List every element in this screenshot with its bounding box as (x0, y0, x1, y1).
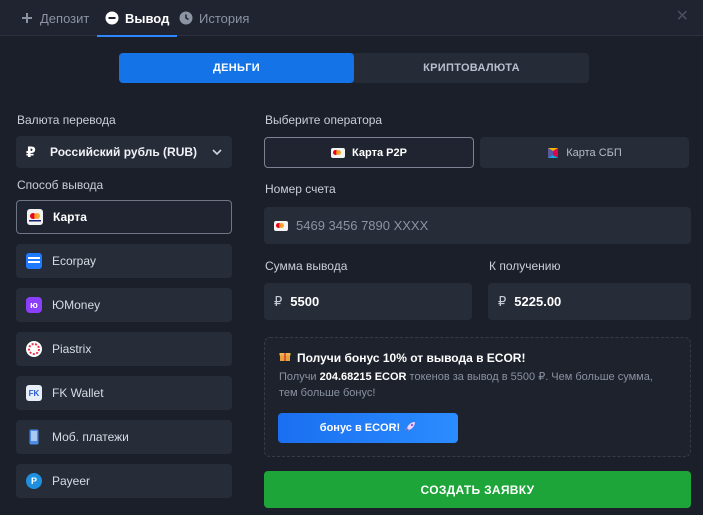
bonus-text-prefix: Получи (279, 371, 317, 383)
visa-card-icon (331, 147, 346, 158)
sbp-icon (547, 147, 559, 159)
tab-withdraw[interactable]: Вывод (96, 0, 178, 37)
operator-card-p2p-label: Карта P2P (352, 146, 407, 159)
chevron-down-icon (212, 147, 222, 158)
minus-circle-icon (105, 11, 119, 25)
tab-deposit[interactable]: Депозит (20, 0, 89, 36)
account-input[interactable]: 5469 3456 7890 XXXX (264, 207, 691, 244)
method-card[interactable]: Карта (16, 200, 232, 234)
clock-icon (179, 11, 193, 25)
method-piastrix-label: Piastrix (52, 342, 92, 356)
rocket-icon (404, 421, 416, 436)
receive-label: К получению (489, 259, 561, 273)
bonus-ecor-button[interactable]: бонус в ECOR! (278, 413, 458, 443)
method-payeer-label: Payeer (52, 474, 91, 488)
bonus-description: Получи 204.68215 ECOR токенов за вывод в… (279, 369, 669, 401)
plus-icon (20, 11, 34, 25)
mode-crypto-button[interactable]: КРИПТОВАЛЮТА (354, 53, 589, 83)
amount-value: 5500 (290, 294, 320, 309)
currency-value: Российский рубль (RUB) (50, 145, 198, 159)
ruble-icon: ₽ (274, 293, 283, 309)
top-tab-bar: Депозит Вывод История ✕ (0, 0, 703, 37)
piastrix-icon (26, 341, 42, 357)
method-yoomoney-label: ЮMoney (52, 298, 101, 312)
bonus-button-label: бонус в ECOR! (319, 422, 401, 434)
amount-label: Сумма вывода (265, 259, 348, 273)
method-payeer[interactable]: P Payeer (16, 464, 232, 498)
yoomoney-icon: ю (26, 297, 42, 313)
method-yoomoney[interactable]: ю ЮMoney (16, 288, 232, 322)
mobile-phone-icon (26, 429, 42, 445)
method-label: Способ вывода (17, 178, 104, 192)
currency-label: Валюта перевода (17, 113, 116, 127)
method-ecorpay-label: Ecorpay (52, 254, 97, 268)
amount-input[interactable]: ₽ 5500 (264, 283, 472, 320)
method-card-label: Карта (53, 210, 87, 224)
create-request-button[interactable]: СОЗДАТЬ ЗАЯВКУ (264, 471, 691, 508)
fk-wallet-icon: FK (26, 385, 42, 401)
operator-label: Выберите оператора (265, 113, 383, 127)
operator-card-sbp[interactable]: Карта СБП (480, 137, 689, 168)
tab-history-label: История (199, 10, 250, 26)
tab-history[interactable]: История (179, 0, 249, 36)
gift-icon (279, 350, 291, 365)
tab-deposit-label: Депозит (40, 10, 90, 26)
account-label: Номер счета (265, 182, 336, 196)
bonus-text-amount: 204.68215 ECOR (319, 371, 407, 383)
receive-field: ₽ 5225.00 (488, 283, 691, 320)
operator-card-p2p[interactable]: Карта P2P (264, 137, 474, 168)
ruble-icon: ₽ (26, 143, 36, 160)
method-fk-wallet-label: FK Wallet (52, 386, 104, 400)
ecorpay-icon (26, 253, 42, 269)
close-icon[interactable]: ✕ (676, 9, 689, 25)
method-mobile-label: Моб. платежи (52, 430, 129, 444)
bonus-title: Получи бонус 10% от вывода в ECOR! (279, 350, 525, 365)
operator-card-sbp-label: Карта СБП (566, 146, 622, 159)
bonus-title-text: Получи бонус 10% от вывода в ECOR! (297, 350, 526, 365)
method-mobile[interactable]: Моб. платежи (16, 420, 232, 454)
method-ecorpay[interactable]: Ecorpay (16, 244, 232, 278)
method-piastrix[interactable]: Piastrix (16, 332, 232, 366)
receive-value: 5225.00 (514, 294, 562, 309)
tab-withdraw-label: Вывод (125, 10, 170, 26)
ruble-icon: ₽ (498, 293, 507, 309)
account-placeholder: 5469 3456 7890 XXXX (296, 218, 429, 233)
visa-card-icon (274, 220, 288, 231)
visa-card-icon (27, 209, 43, 225)
currency-select[interactable]: ₽ Российский рубль (RUB) (16, 136, 232, 168)
mode-switch: ДЕНЬГИ КРИПТОВАЛЮТА (119, 53, 589, 83)
method-fk-wallet[interactable]: FK FK Wallet (16, 376, 232, 410)
payeer-icon: P (26, 473, 42, 489)
mode-money-button[interactable]: ДЕНЬГИ (119, 53, 354, 83)
bonus-panel: Получи бонус 10% от вывода в ECOR! Получ… (264, 337, 691, 457)
